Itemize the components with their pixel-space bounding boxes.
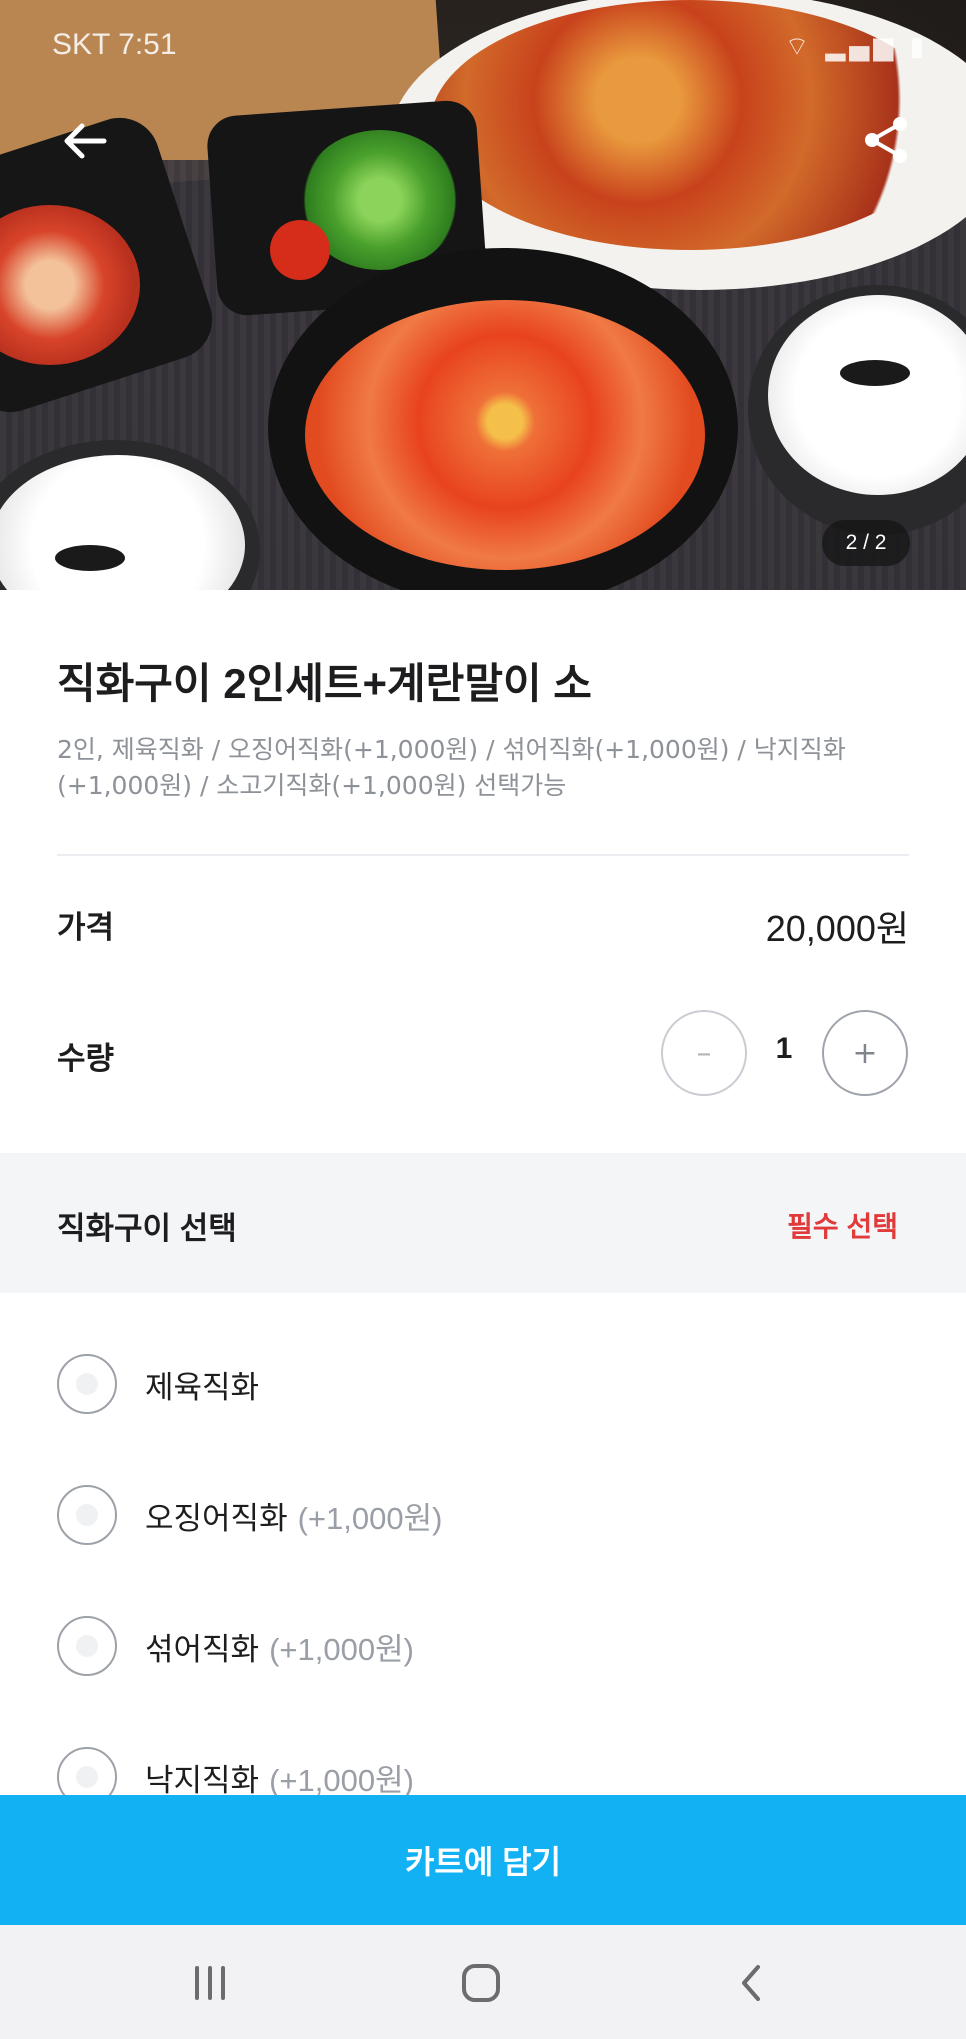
radio-dot: [76, 1766, 98, 1788]
option-label: 제육직화: [145, 1369, 260, 1405]
add-to-cart-button[interactable]: 카트에 담기: [0, 1795, 966, 1925]
status-time: SKT 7:51: [52, 28, 177, 61]
image-counter-badge: 2 / 2: [822, 520, 910, 566]
option-label: 낙지직화: [145, 1762, 260, 1798]
nav-back-button[interactable]: [722, 1953, 782, 2013]
food-image-seeds: [55, 545, 125, 571]
product-image[interactable]: SKT 7:51 ⌔ ▂▄▆ ▮ 2 / 2: [0, 0, 966, 590]
quantity-label: 수량: [57, 1041, 115, 1076]
food-image-stew: [305, 300, 705, 570]
quantity-decrease-button[interactable]: –: [661, 1010, 747, 1096]
home-icon: [462, 1964, 500, 2002]
required-badge: 필수 선택: [787, 1211, 898, 1242]
chevron-left-icon: [742, 1965, 760, 2001]
share-button[interactable]: [860, 114, 912, 166]
radio-dot: [76, 1635, 98, 1657]
product-title: 직화구이 2인세트+계란말이 소: [57, 660, 592, 707]
quantity-value: 1: [775, 1032, 793, 1065]
radio-dot: [76, 1373, 98, 1395]
price-value: 20,000원: [765, 908, 909, 949]
share-icon: [865, 117, 907, 163]
option-item[interactable]: 섞어직화 (+1,000원): [57, 1611, 909, 1681]
food-image-sauce: [270, 220, 330, 280]
option-item[interactable]: 오징어직화 (+1,000원): [57, 1480, 909, 1550]
status-indicators: ⌔ ▂▄▆ ▮: [784, 32, 928, 62]
option-extra-price: (+1,000원): [269, 1631, 414, 1667]
option-label: 오징어직화: [145, 1500, 288, 1536]
food-image-seeds: [840, 360, 910, 386]
back-button[interactable]: [58, 114, 112, 168]
quantity-increase-button[interactable]: +: [822, 1010, 908, 1096]
divider: [57, 854, 909, 856]
option-label: 섞어직화: [145, 1631, 260, 1667]
nav-recent-apps-button[interactable]: [180, 1953, 240, 2013]
radio-button[interactable]: [57, 1354, 117, 1414]
option-item[interactable]: 제육직화: [57, 1349, 909, 1419]
product-description: 2인, 제육직화 / 오징어직화(+1,000원) / 섞어직화(+1,000원…: [57, 735, 846, 800]
arrow-left-icon: [64, 123, 107, 159]
radio-dot: [76, 1504, 98, 1526]
option-extra-price: (+1,000원): [297, 1500, 443, 1536]
recent-apps-icon: [195, 1966, 225, 2000]
option-extra-price: (+1,000원): [269, 1762, 414, 1798]
price-label: 가격: [57, 910, 115, 945]
radio-button[interactable]: [57, 1616, 117, 1676]
radio-button[interactable]: [57, 1485, 117, 1545]
nav-home-button[interactable]: [451, 1953, 511, 2013]
option-section-title: 직화구이 선택: [57, 1211, 237, 1246]
system-navigation-bar: [0, 1925, 966, 2039]
